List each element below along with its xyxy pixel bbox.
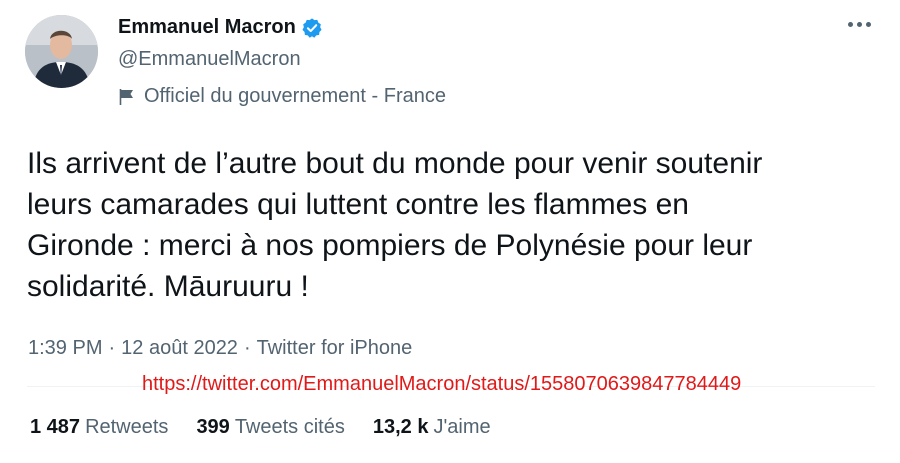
government-affiliation: Officiel du gouvernement - France [118,85,446,108]
likes-count: 13,2 k [372,416,429,438]
likes-label: J'aime [433,416,491,438]
meta-separator: · [243,337,251,359]
tweet-metadata: 1:39 PM · 12 août 2022 · Twitter for iPh… [28,337,412,360]
author-handle[interactable]: @EmmanuelMacron [118,48,301,71]
quote-tweets-stat[interactable]: 399 Tweets cités [196,416,344,439]
tweet-text: Ils arrivent de l’autre bout du monde po… [27,147,763,303]
retweets-count: 1 487 [30,416,81,438]
avatar[interactable] [25,15,98,88]
tweet-url: https://twitter.com/EmmanuelMacron/statu… [142,373,742,395]
likes-stat[interactable]: 13,2 k J'aime [373,416,491,439]
more-options-icon[interactable] [848,22,871,27]
verified-badge-icon [301,17,323,39]
affiliation-label: Officiel du gouvernement - France [144,85,447,107]
quotes-count: 399 [196,416,230,438]
meta-separator: · [108,337,116,359]
author-name-row[interactable]: Emmanuel Macron [118,16,323,39]
retweets-label: Retweets [85,416,169,438]
tweet-time[interactable]: 1:39 PM [28,337,102,360]
author-name[interactable]: Emmanuel Macron [118,16,296,39]
engagement-stats: 1 487 Retweets 399 Tweets cités 13,2 k J'ai… [30,416,491,439]
tweet-date[interactable]: 12 août 2022 [121,337,238,360]
flag-icon [118,88,136,106]
quotes-label: Tweets cités [234,416,345,438]
avatar-photo [25,15,98,88]
tweet-source[interactable]: Twitter for iPhone [257,337,413,360]
retweets-stat[interactable]: 1 487 Retweets [30,416,168,439]
